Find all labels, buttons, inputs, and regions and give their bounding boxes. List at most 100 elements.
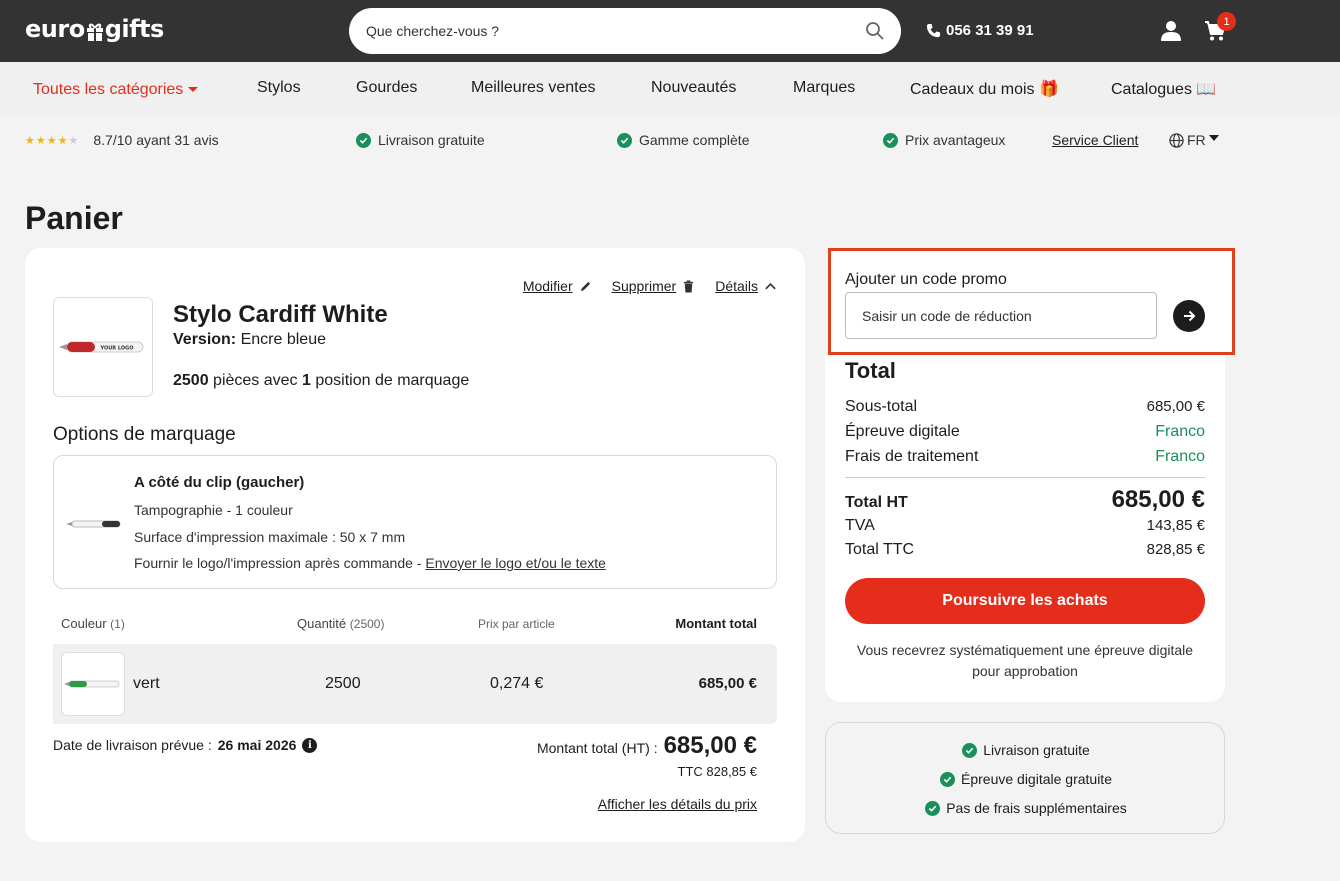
product-quantity-summary: 2500 pièces avec 1 position de marquage (173, 372, 469, 390)
eurogifts-logo[interactable]: euro gifts (25, 15, 164, 43)
top-header: euro gifts 056 31 39 91 1 (0, 0, 1340, 62)
nav-label: Toutes les catégories (33, 81, 184, 98)
item-total-ttc: TTC 828,85 € (677, 764, 758, 779)
column-header-color: Couleur (1) (61, 616, 125, 631)
summary-label: Épreuve digitale (845, 423, 960, 440)
info-icon[interactable]: i (302, 737, 318, 753)
star-half-icon: ★ (68, 134, 79, 147)
send-logo-link[interactable]: Envoyer le logo et/ou le texte (425, 555, 606, 571)
benefits-box: Livraison gratuite Épreuve digitale grat… (825, 722, 1225, 834)
rating-summary[interactable]: ★ ★ ★ ★ ★ 8.7/10 ayant 31 avis (25, 132, 219, 148)
check-icon (883, 132, 898, 148)
delete-button[interactable]: Supprimer (612, 278, 696, 294)
promo-label: Ajouter un code promo (845, 271, 1007, 288)
phone-link[interactable]: 056 31 39 91 (926, 22, 1034, 39)
summary-label: Frais de traitement (845, 448, 979, 465)
total-ht-label: Total HT (845, 494, 908, 511)
marking-pen-image (66, 520, 121, 528)
option-logo-instruction: Fournir le logo/l'impression après comma… (134, 555, 606, 571)
ttc-value: 828,85 € (1146, 541, 1205, 558)
search-icon[interactable] (865, 21, 885, 41)
search-bar[interactable] (349, 8, 901, 54)
globe-icon (1169, 132, 1184, 148)
logo-text-right: gifts (104, 15, 165, 43)
search-input[interactable] (366, 23, 865, 39)
summary-value: Franco (1155, 423, 1205, 440)
trust-label: Prix avantageux (905, 132, 1006, 148)
page-title: Panier (25, 200, 123, 236)
ttc-label: Total TTC (845, 541, 915, 558)
marking-option-box: A côté du clip (gaucher) Tampographie - … (53, 455, 777, 589)
nav-catalogues[interactable]: Catalogues 📖 (1111, 79, 1216, 99)
marking-options-title: Options de marquage (53, 424, 236, 445)
option-print-area: Surface d'impression maximale : 50 x 7 m… (134, 529, 406, 545)
summary-tva: TVA 143,85 € (845, 517, 1205, 535)
continue-shopping-button[interactable]: Poursuivre les achats (845, 578, 1205, 624)
summary-divider (845, 477, 1205, 478)
total-ht-value: 685,00 € (1111, 486, 1205, 513)
delete-label: Supprimer (611, 278, 677, 294)
rating-stars: ★ ★ ★ ★ ★ (25, 134, 78, 147)
nav-stylos[interactable]: Stylos (257, 79, 301, 97)
product-title[interactable]: Stylo Cardiff White (173, 301, 388, 329)
promo-code-input[interactable] (845, 292, 1157, 339)
total-ht-value: 685,00 € (663, 732, 757, 759)
promo-code-section: Ajouter un code promo (828, 248, 1235, 355)
trash-icon (684, 279, 694, 293)
pen-image: YOUR LOGO (59, 341, 144, 353)
benefit-item: Épreuve digitale gratuite (826, 771, 1226, 787)
green-pen-image (64, 680, 120, 688)
total-ht-label: Montant total (HT) : (536, 740, 658, 756)
rating-text: 8.7/10 ayant 31 avis (93, 132, 219, 148)
summary-row-subtotal: Sous-total 685,00 € (845, 398, 1205, 416)
language-selector[interactable]: FR (1169, 132, 1219, 148)
edit-button[interactable]: Modifier (523, 278, 592, 294)
delivery-label: Date de livraison prévue : (53, 737, 212, 753)
row-color: vert (133, 675, 160, 692)
row-unit-price: 0,274 € (490, 675, 544, 692)
position-number: 1 (302, 372, 311, 389)
summary-ttc: Total TTC 828,85 € (845, 541, 1205, 559)
summary-row-processing-fee: Frais de traitement Franco (845, 448, 1205, 466)
star-icon: ★ (57, 134, 68, 147)
edit-label: Modifier (522, 278, 573, 294)
qty-number: 2500 (173, 372, 209, 389)
tva-value: 143,85 € (1146, 517, 1205, 534)
check-icon (356, 132, 371, 148)
caret-down-icon (1208, 135, 1219, 141)
nav-new[interactable]: Nouveautés (651, 79, 736, 97)
table-row: vert 2500 0,274 € 685,00 € (53, 644, 777, 724)
cart-item-card: Modifier Supprimer Détails YOUR LOGO Sty… (25, 248, 805, 842)
trust-good-prices: Prix avantageux (883, 132, 1005, 148)
nav-gourdes[interactable]: Gourdes (356, 79, 417, 97)
product-thumbnail[interactable]: YOUR LOGO (53, 297, 153, 397)
column-header-unit-price: Prix par article (478, 617, 555, 631)
check-icon (925, 800, 941, 816)
tva-label: TVA (845, 517, 875, 534)
details-toggle[interactable]: Détails (715, 278, 777, 294)
check-icon (962, 742, 978, 758)
nav-all-categories[interactable]: Toutes les catégories (33, 81, 199, 99)
nav-brands[interactable]: Marques (793, 79, 855, 97)
version-label: Version: (173, 331, 237, 348)
user-icon[interactable] (1160, 20, 1182, 42)
phone-icon (926, 23, 941, 38)
apply-promo-button[interactable] (1173, 300, 1205, 332)
trust-free-delivery: Livraison gratuite (356, 132, 485, 148)
color-count: (1) (110, 617, 125, 631)
nav-gift-of-month[interactable]: Cadeaux du mois 🎁 (910, 79, 1059, 99)
column-header-quantity: Quantité (2500) (297, 616, 384, 631)
caret-down-icon (188, 87, 199, 93)
show-price-details-link[interactable]: Afficher les détails du prix (598, 796, 757, 812)
benefit-label: Pas de frais supplémentaires (946, 800, 1127, 816)
benefit-label: Épreuve digitale gratuite (961, 771, 1112, 787)
benefit-label: Livraison gratuite (983, 742, 1090, 758)
service-client-link[interactable]: Service Client (1052, 132, 1138, 148)
thumb-logo-text: YOUR LOGO (100, 346, 134, 352)
variant-thumbnail[interactable] (61, 652, 125, 716)
option-title: A côté du clip (gaucher) (134, 474, 305, 491)
version-value: Encre bleue (240, 331, 326, 348)
nav-best-sellers[interactable]: Meilleures ventes (471, 79, 596, 97)
digital-proof-note: Vous recevrez systématiquement une épreu… (856, 642, 1194, 679)
summary-total-ht: Total HT 685,00 € (845, 486, 1205, 514)
